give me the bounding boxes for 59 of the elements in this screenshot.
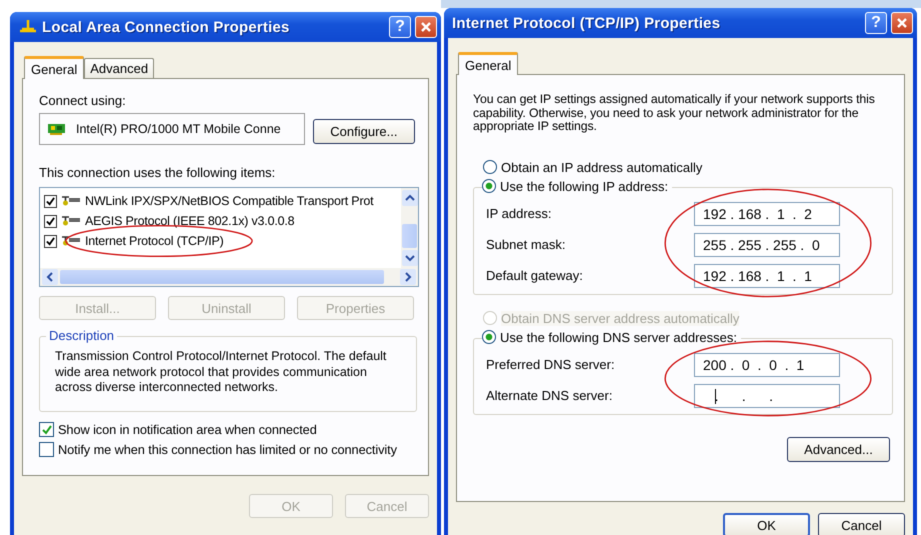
checkbox[interactable] (39, 422, 54, 437)
dialog-button[interactable]: Cancel (818, 513, 905, 535)
horizontal-scrollbar[interactable] (40, 268, 418, 286)
connect-using-label: Connect using: (39, 93, 127, 108)
dialog-button[interactable]: OK (723, 513, 810, 535)
protocol-icon (61, 215, 81, 227)
field-label: IP address: (486, 206, 552, 221)
protocol-icon (61, 195, 81, 207)
text-cursor (715, 388, 716, 404)
checkbox[interactable] (39, 442, 54, 457)
adapter-name: Intel(R) PRO/1000 MT Mobile Conne (76, 122, 281, 136)
vertical-scrollbar[interactable] (401, 188, 418, 268)
list-item[interactable]: NWLink IPX/SPX/NetBIOS Compatible Transport Prot (85, 194, 374, 208)
field-label: Preferred DNS server: (486, 357, 615, 372)
ip-address-field[interactable]: 255 . 255 . 255 . 0 (694, 232, 840, 256)
list-item[interactable]: AEGIS Protocol (IEEE 802.1x) v3.0.0.8 (85, 214, 294, 228)
ip-address-field[interactable]: 192 . 168 . 1 . 2 (694, 202, 840, 226)
tab[interactable]: Advanced (84, 58, 154, 78)
close-icon (896, 17, 908, 29)
scroll-left-icon[interactable] (42, 269, 58, 285)
radio-button[interactable] (483, 160, 497, 174)
radio-label: Use the following IP address: (500, 178, 668, 194)
network-card-icon (48, 122, 68, 136)
field-label: Default gateway: (486, 268, 583, 283)
group-title: Description (46, 328, 118, 343)
checkbox-label: Notify me when this connection has limited or no connectivity (58, 442, 397, 457)
scroll-right-icon[interactable] (400, 269, 416, 285)
tab[interactable]: General (24, 56, 84, 79)
network-icon (18, 19, 38, 35)
checkbox-label: Show icon in notification area when connected (58, 422, 317, 437)
window-title: Internet Protocol (TCP/IP) Properties (452, 14, 722, 32)
field-label: Subnet mask: (486, 237, 566, 252)
radio-label: Obtain DNS server address automatically (501, 310, 740, 326)
radio-button[interactable] (482, 330, 496, 344)
checkbox[interactable] (44, 214, 57, 228)
radio-button[interactable] (482, 179, 496, 193)
protocol-icon (61, 235, 81, 247)
radio-label: Use the following DNS server addresses: (500, 330, 737, 344)
close-button[interactable] (415, 16, 437, 38)
radio-label: Obtain an IP address automatically (501, 160, 702, 174)
ip-address-field[interactable]: . . . (694, 384, 840, 408)
intro-text: You can get IP settings assigned automatically if your network supports this capability. Otherwise, you need to ask your network administrator for the appropriate IP settings. (473, 93, 876, 134)
scroll-down-icon[interactable] (402, 250, 418, 266)
field-label: Alternate DNS server: (486, 388, 612, 403)
checkbox[interactable] (44, 234, 57, 248)
help-button[interactable]: ? (389, 16, 411, 38)
scroll-up-icon[interactable] (402, 190, 418, 206)
items-label: This connection uses the following items: (39, 165, 276, 180)
description-text: Transmission Control Protocol/Internet Protocol. The default wide area network protocol that provides communication across diverse interconnected networks. (55, 349, 388, 396)
tab[interactable]: General (458, 52, 518, 75)
configure-button[interactable]: Configure... (312, 118, 415, 144)
close-button[interactable] (891, 12, 913, 34)
ip-address-field[interactable]: 200 . 0 . 0 . 1 (694, 352, 840, 376)
help-button[interactable]: ? (865, 12, 887, 34)
checkbox[interactable] (44, 194, 57, 208)
close-icon (420, 21, 432, 33)
window-title: Local Area Connection Properties (42, 18, 291, 36)
ip-address-field[interactable]: 192 . 168 . 1 . 1 (694, 264, 840, 288)
advanced-button[interactable]: Advanced... (787, 436, 890, 462)
